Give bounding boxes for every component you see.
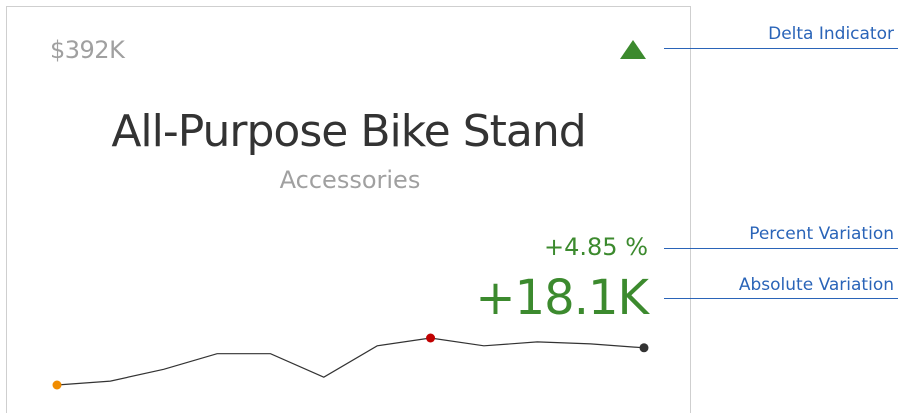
- callout-line-percent: [664, 248, 898, 249]
- card-subtitle: Accessories: [279, 166, 421, 194]
- delta-up-icon: [620, 40, 646, 59]
- callout-line-delta: [664, 48, 898, 49]
- callout-label-absolute-variation: Absolute Variation: [738, 275, 894, 295]
- absolute-variation-value: +18.1K: [475, 270, 649, 326]
- actual-value: $392K: [50, 36, 125, 64]
- card-title: All-Purpose Bike Stand: [111, 106, 586, 157]
- diagram-stage: $392K All-Purpose Bike Stand Accessories…: [0, 0, 898, 413]
- percent-variation-value: +4.85 %: [544, 233, 648, 261]
- callout-label-percent-variation: Percent Variation: [749, 224, 894, 244]
- callout-label-delta-indicator: Delta Indicator: [768, 24, 894, 44]
- card-widget[interactable]: [6, 6, 691, 413]
- callout-line-absolute: [664, 298, 898, 299]
